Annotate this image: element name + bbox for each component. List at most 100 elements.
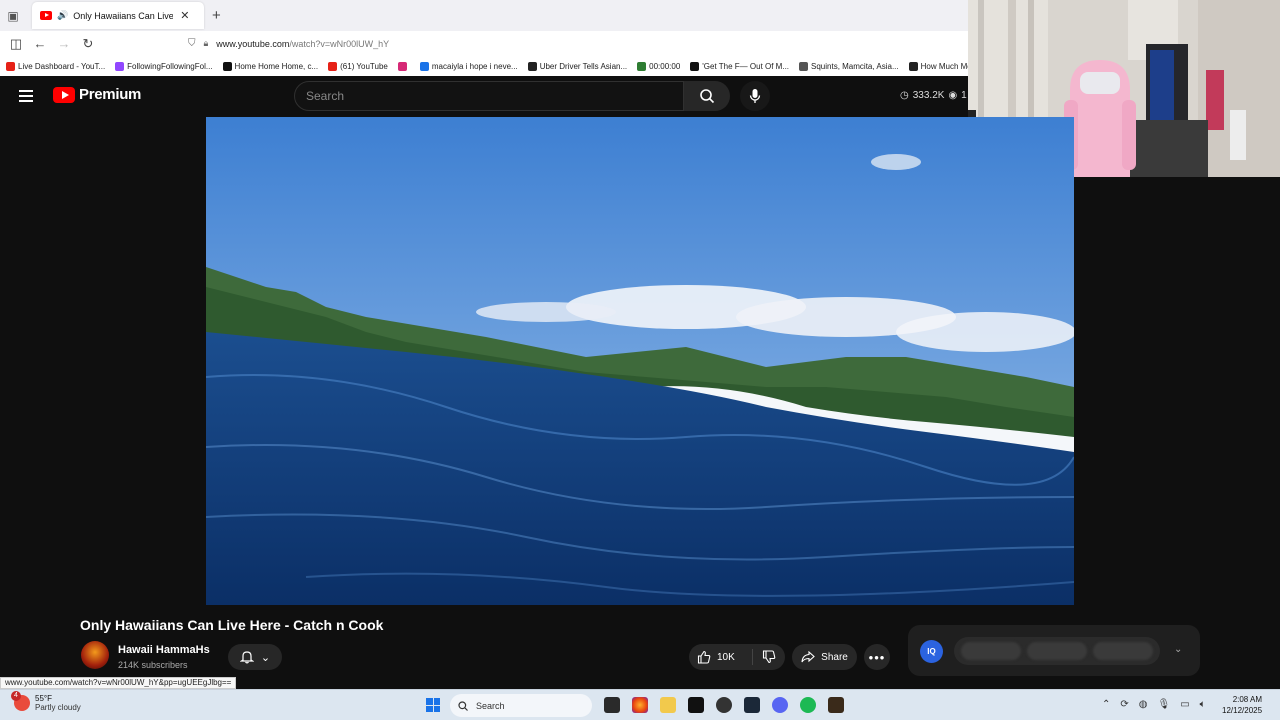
task-view-icon[interactable] [604, 697, 620, 713]
discord-icon[interactable] [772, 697, 788, 713]
url-domain: www.youtube.com [216, 38, 290, 49]
tab-youtube[interactable]: 🔊 Only Hawaiians Can Live Here ✕ [32, 2, 204, 29]
status-url: www.youtube.com/watch?v=wNr00lUW_hY&pp=u… [0, 677, 237, 689]
bookmark-label: FollowingFollowingFol... [127, 61, 213, 71]
bookmark-item[interactable]: Squints, Mamcita, Asia... [799, 61, 899, 71]
more-actions-button[interactable]: ••• [864, 644, 890, 670]
pill-1[interactable] [961, 642, 1021, 660]
speaker-icon[interactable]: 🔊 [57, 10, 68, 21]
pill-3[interactable] [1093, 642, 1153, 660]
weather-widget[interactable]: 4 55°F Partly cloudy [11, 691, 81, 712]
security-icon[interactable]: ◍ [1139, 699, 1148, 710]
bookmark-item[interactable]: macaiyla i hope i neve... [419, 61, 518, 71]
bookmark-favicon-icon [222, 61, 232, 71]
notification-badge: 4 [11, 691, 21, 701]
clock[interactable]: 2:08 AM 12/12/2025 [1222, 694, 1262, 716]
bookmark-item[interactable]: How Much Mone [908, 61, 968, 71]
video-player[interactable] [206, 117, 1074, 605]
bookmark-item[interactable]: Home Home Home, c... [222, 61, 319, 71]
screen: ▣ 🔊 Only Hawaiians Can Live Here ✕ + ◫ ←… [0, 0, 1280, 720]
chevron-up-icon[interactable]: ⌃ [1102, 699, 1110, 710]
tab-title: Only Hawaiians Can Live Here [73, 10, 174, 21]
app-icon[interactable] [828, 697, 844, 713]
taskbar-search[interactable]: Search [450, 694, 592, 717]
url-path: /watch?v=wNr00lUW_hY [289, 38, 390, 49]
weather-desc: Partly cloudy [35, 703, 81, 712]
taskbar-search-label: Search [476, 700, 505, 711]
youtube-play-icon [53, 86, 75, 103]
pill-2[interactable] [1027, 642, 1087, 660]
close-tab-icon[interactable]: ✕ [180, 9, 189, 22]
search-icon [700, 89, 715, 104]
system-tray: ⌃ ⟳ ◍ 🎙︎ ▭ 🔈︎ [1102, 699, 1206, 710]
iq-badge[interactable]: IQ [920, 640, 943, 663]
bookmark-favicon-icon [419, 61, 429, 71]
view-counter: ◷ 333.2K ◉ 1 [900, 90, 967, 101]
firefox-icon[interactable] [632, 697, 648, 713]
bookmark-label: Live Dashboard - YouT... [18, 61, 106, 71]
volume-icon[interactable]: 🔈︎ [1200, 699, 1206, 710]
voice-search-button[interactable] [740, 81, 770, 111]
new-tab-button[interactable]: + [212, 7, 221, 24]
sync-icon[interactable]: ⟳ [1120, 699, 1128, 710]
like-button[interactable]: 10K [689, 649, 753, 665]
bookmark-item[interactable]: FollowingFollowingFol... [115, 61, 213, 71]
pill-group [954, 637, 1160, 665]
sidebar-toggle-icon[interactable]: ◫ [4, 36, 28, 52]
bookmark-favicon-icon [6, 61, 15, 71]
dislike-button[interactable] [753, 650, 785, 664]
notification-button[interactable]: ⌄ [228, 644, 282, 670]
search-input[interactable]: Search [294, 81, 684, 111]
channel-name[interactable]: Hawaii HammaHs [118, 644, 210, 656]
bookmark-favicon-icon [690, 61, 700, 71]
bookmark-label: (61) YouTube [340, 61, 388, 71]
hamburger-menu-icon[interactable] [19, 90, 33, 102]
bookmark-item[interactable]: Live Dashboard - YouT... [6, 61, 106, 71]
bell-icon [239, 651, 254, 664]
chevron-down-icon: ⌄ [260, 651, 271, 664]
panel-chevron-icon[interactable]: ⌄ [1174, 644, 1182, 655]
x-icon[interactable] [688, 697, 704, 713]
weather-temp: 55°F [35, 694, 52, 703]
bookmark-label: 'Get The F— Out Of M... [702, 61, 790, 71]
address-bar[interactable]: ⛉ 🔒︎ www.youtube.com/watch?v=wNr00lUW_hY [188, 38, 389, 49]
tab-overview-icon[interactable]: ▣ [0, 0, 26, 31]
lock-icon[interactable]: 🔒︎ [204, 38, 209, 49]
clock-icon: ◷ [900, 90, 909, 101]
bookmark-label: How Much Mone [920, 61, 968, 71]
bookmark-favicon-icon [115, 61, 125, 71]
bookmark-item[interactable]: (61) YouTube [328, 61, 388, 71]
date: 12/12/2025 [1222, 706, 1263, 715]
bookmark-favicon-icon [397, 61, 407, 71]
eye-icon: ◉ [948, 90, 958, 101]
back-icon[interactable]: ← [28, 36, 52, 51]
steam-icon[interactable] [744, 697, 760, 713]
bookmark-item[interactable]: 'Get The F— Out Of M... [690, 61, 790, 71]
youtube-premium-logo[interactable]: Premium [53, 86, 141, 103]
subscriber-count: 214K subscribers [118, 660, 188, 670]
windows-start-icon[interactable] [426, 698, 440, 712]
search-button[interactable] [684, 81, 730, 111]
channel-avatar[interactable] [81, 641, 109, 669]
microphone-icon[interactable]: 🎙︎ [1158, 699, 1171, 710]
bookmark-label: Home Home Home, c... [234, 61, 319, 71]
bookmark-item[interactable]: 00:00:00 [637, 61, 680, 71]
bookmark-item[interactable]: Uber Driver Tells Asian... [527, 61, 627, 71]
spotify-icon[interactable] [800, 697, 816, 713]
reload-icon[interactable]: ↻ [76, 36, 100, 52]
bookmark-favicon-icon [637, 61, 647, 71]
forward-icon[interactable]: → [52, 36, 76, 51]
bookmark-item[interactable] [397, 61, 410, 71]
share-button[interactable]: Share [792, 644, 857, 670]
bookmark-favicon-icon [908, 61, 918, 71]
microphone-icon [749, 89, 761, 103]
youtube-favicon-icon [40, 11, 52, 20]
youtube-header: Premium Search ◷ 333.2K ◉ 1 [0, 76, 968, 117]
file-explorer-icon[interactable] [660, 697, 676, 713]
bookmark-label: Squints, Mamcita, Asia... [811, 61, 899, 71]
network-icon[interactable]: ▭ [1180, 699, 1189, 710]
taskbar: 4 55°F Partly cloudy Search ⌃ ⟳ ◍ � [0, 689, 1280, 720]
obs-icon[interactable] [716, 697, 732, 713]
shield-icon[interactable]: ⛉ [188, 38, 196, 49]
bookmark-favicon-icon [328, 61, 338, 71]
